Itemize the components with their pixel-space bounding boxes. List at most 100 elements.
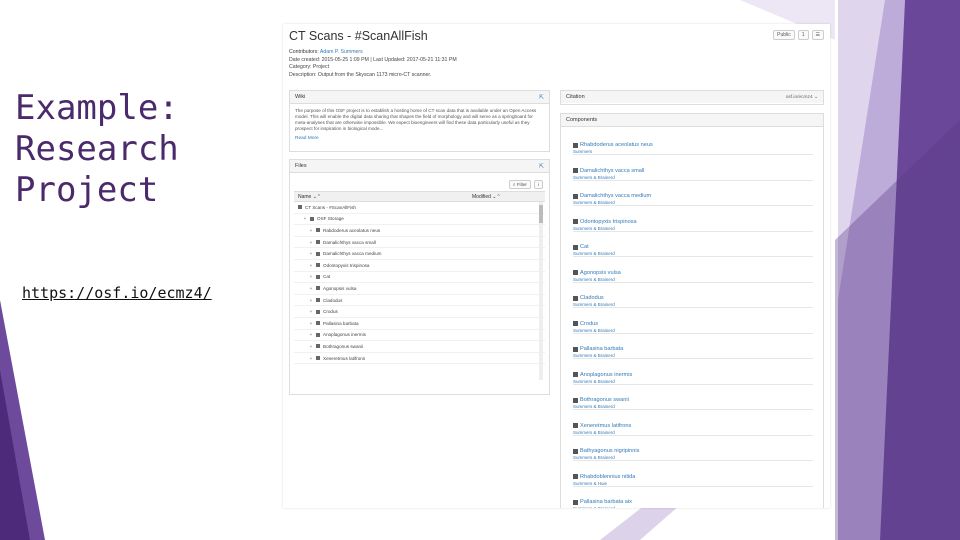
expand-icon[interactable]: + [308, 356, 314, 361]
expand-icon[interactable]: + [308, 251, 314, 256]
file-row[interactable]: + Anoplagonus inermis [294, 330, 545, 342]
file-row[interactable]: + Odontopyxis trispinosa [294, 260, 545, 272]
component-item[interactable]: Damalichthys vacca medium Summers & Brain… [573, 193, 813, 206]
component-name[interactable]: Cladodus [573, 295, 813, 301]
file-row[interactable]: + Bothragonus swanii [294, 341, 545, 353]
description-line: Description: Output from the Skyscan 117… [289, 71, 432, 78]
file-row[interactable]: + Damalichthys vacca medium [294, 248, 545, 260]
contributor-link[interactable]: Adam P. Summers [320, 49, 363, 55]
file-name: Anoplagonus inermis [323, 332, 366, 338]
external-link-icon[interactable]: ⇱ [539, 163, 544, 170]
component-name[interactable]: Pallasina barbata [573, 346, 813, 352]
component-contributors: Summers & Brainerd [573, 200, 615, 205]
folder-icon [316, 286, 320, 291]
expand-icon[interactable]: + [308, 228, 314, 233]
file-row[interactable]: + Crodus [294, 306, 545, 318]
component-name[interactable]: Cat [573, 244, 813, 250]
fork-count-button[interactable]: 1 [797, 30, 809, 40]
component-item[interactable]: Bathyagonus nigripinnis Summers & Brainer… [573, 448, 813, 461]
component-name[interactable]: Damalichthys vacca small [573, 168, 813, 174]
component-contributors: Summers & Brainerd [573, 251, 615, 256]
file-name: Odontopyxis trispinosa [323, 262, 370, 268]
info-button[interactable]: i [533, 179, 543, 189]
expand-icon[interactable]: + [308, 274, 314, 279]
expand-icon[interactable]: + [308, 321, 314, 326]
component-item[interactable]: Damalichthys vacca small Summers & Braine… [573, 168, 813, 181]
component-icon [573, 321, 578, 326]
category-line: Category: Project [289, 64, 330, 71]
component-item[interactable]: Rhabdoderus aceolatus neus Summers [573, 142, 813, 155]
project-top-buttons: Public 1 ☰ [773, 30, 824, 40]
component-icon [573, 142, 578, 148]
file-row[interactable]: + Agonopsis vulsa [294, 283, 545, 295]
file-row[interactable]: + Cladodus [294, 295, 545, 307]
component-item[interactable]: Cat Summers & Brainerd [573, 244, 813, 257]
component-name[interactable]: Crodus [573, 321, 813, 327]
component-item[interactable]: Odontopyxis trispinosa Summers & Brainerd [573, 219, 813, 232]
components-header: Components [561, 114, 823, 127]
public-button[interactable]: Public [773, 30, 795, 40]
expand-icon[interactable]: + [308, 309, 314, 314]
storage-icon [310, 216, 314, 221]
expand-icon[interactable]: + [308, 286, 314, 291]
column-modified[interactable]: Modified ⌄⌃ [472, 194, 501, 200]
date-line: Date created: 2015-05-25 1:09 PM | Last … [289, 56, 457, 63]
expand-icon[interactable]: + [308, 298, 314, 303]
component-name[interactable]: Anoplagonus inermis [573, 372, 813, 378]
external-link-icon[interactable]: ⇱ [539, 94, 544, 101]
filter-button[interactable]: ⌕ Filter [508, 179, 531, 189]
component-name[interactable]: Rhabdoderus aceolatus neus [573, 142, 813, 148]
component-icon [573, 244, 578, 250]
menu-icon[interactable]: ☰ [811, 30, 824, 40]
slide-title-line-1: Example: [15, 88, 179, 128]
osf-project-screenshot: CT Scans - #ScanAllFish Public 1 ☰ Contr… [283, 24, 830, 508]
component-name[interactable]: Agonopsis vulsa [573, 270, 813, 276]
component-icon [573, 397, 578, 403]
column-name[interactable]: Name ⌄⌃ [294, 194, 472, 200]
project-meta: Contributors: Adam P. Summers Date creat… [289, 49, 619, 79]
file-row[interactable]: + Xeneretmus latifrons [294, 353, 545, 365]
expand-icon[interactable]: + [308, 263, 314, 268]
expand-icon[interactable]: + [308, 240, 314, 245]
read-more-link[interactable]: Read More [290, 136, 549, 141]
file-row[interactable]: + Rabdoderus aceolatus neus [294, 225, 545, 237]
component-item[interactable]: Rhabdoblennius nitida Summers & Huie [573, 474, 813, 487]
component-item[interactable]: Crodus Summers & Brainerd [573, 321, 813, 334]
component-name[interactable]: Xeneretmus latifrons [573, 423, 813, 429]
project-url-link[interactable]: https://osf.io/ecmz4/ [22, 284, 212, 302]
component-name[interactable]: Rhabdoblennius nitida [573, 474, 813, 480]
file-name: Agonopsis vulsa [323, 285, 357, 291]
citation-url: osf.io/ecmz4 ⌄ [785, 94, 818, 100]
expand-icon[interactable]: + [302, 216, 308, 221]
citation-header[interactable]: Citation osf.io/ecmz4 ⌄ [561, 91, 823, 103]
file-name: Bothragonus swanii [323, 343, 364, 349]
component-item[interactable]: Xeneretmus latifrons Summers & Brainerd [573, 423, 813, 436]
folder-icon [316, 274, 320, 279]
component-name[interactable]: Damalichthys vacca medium [573, 193, 813, 199]
wiki-header: Wiki ⇱ [290, 91, 549, 104]
files-panel: Files ⇱ ⌕ Filter i Name ⌄⌃ Modified ⌄⌃ C… [289, 159, 550, 395]
expand-icon[interactable]: + [308, 332, 314, 337]
component-item[interactable]: Cladodus Summers & Brainerd [573, 295, 813, 308]
component-item[interactable]: Bothragonus swanii Summers & Brainerd [573, 397, 813, 410]
component-name[interactable]: Odontopyxis trispinosa [573, 219, 813, 225]
folder-icon [316, 321, 320, 326]
component-name[interactable]: Pallasina barbata aix [573, 499, 813, 505]
component-item[interactable]: Agonopsis vulsa Summers & Brainerd [573, 270, 813, 283]
component-item[interactable]: Pallasina barbata Summers & Brainerd [573, 346, 813, 359]
file-row[interactable]: CT Scans - #ScanAllFish [294, 202, 545, 214]
file-name: CT Scans - #ScanAllFish [305, 204, 356, 210]
file-name: Crodus [323, 309, 338, 315]
component-name[interactable]: Bothragonus swanii [573, 397, 813, 403]
file-row[interactable]: + Damalichthys vacca small [294, 237, 545, 249]
files-table-header: Name ⌄⌃ Modified ⌄⌃ [294, 191, 545, 202]
file-row[interactable]: + Cat [294, 272, 545, 284]
file-row[interactable]: + OSF Storage [294, 214, 545, 226]
component-name[interactable]: Bathyagonus nigripinnis [573, 448, 813, 454]
files-scrollbar[interactable] [539, 202, 543, 380]
folder-icon [316, 228, 320, 233]
file-row[interactable]: + Pallasina barbata [294, 318, 545, 330]
component-item[interactable]: Pallasina barbata aixSummers & Brainerd [573, 499, 813, 508]
component-item[interactable]: Anoplagonus inermis Summers & Brainerd [573, 372, 813, 385]
expand-icon[interactable]: + [308, 344, 314, 349]
